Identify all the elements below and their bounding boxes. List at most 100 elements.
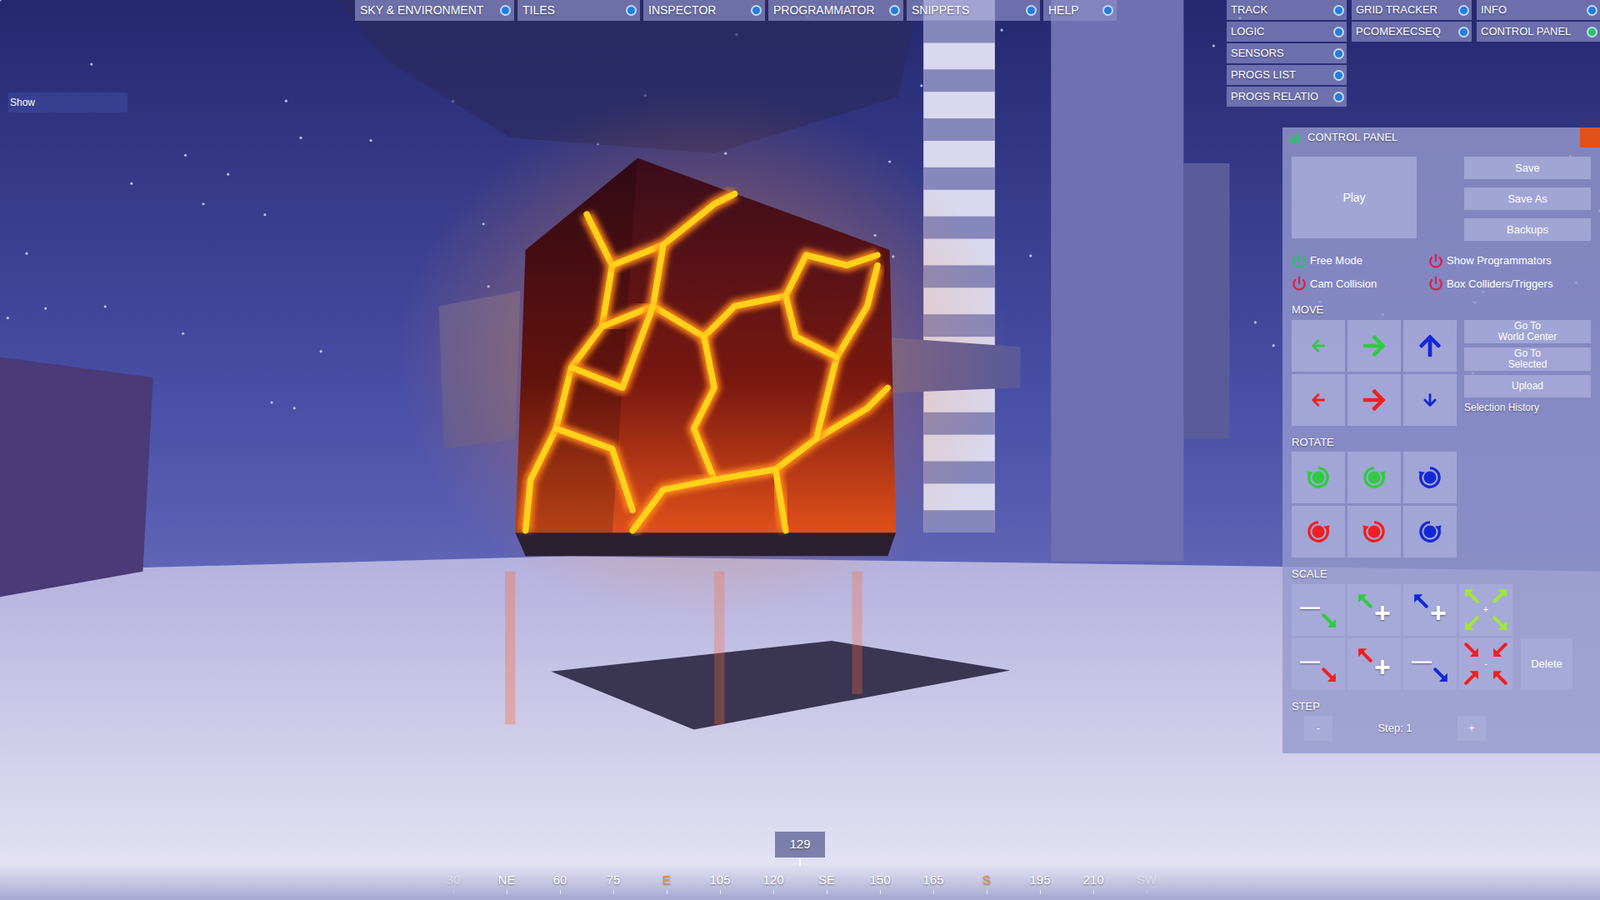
move-button[interactable] — [1291, 320, 1345, 372]
scale-minus-button[interactable]: — — [1291, 584, 1345, 636]
side-menu-tab[interactable]: GRID TRACKER — [1351, 0, 1472, 20]
diagonal-arrow-icon — [1492, 670, 1508, 685]
status-dot — [750, 5, 762, 16]
arrow-right-icon — [1361, 333, 1387, 359]
diagonal-arrow-icon — [1492, 615, 1508, 631]
scale-plus-button[interactable]: + — [1347, 638, 1401, 690]
scale-plus-button[interactable]: + — [1403, 584, 1457, 636]
side-menu-tab[interactable]: PROGS RELATIO — [1226, 86, 1347, 107]
side-menu-column: GRID TRACKERPCOMEXECSEQ — [1351, 0, 1472, 42]
close-button[interactable] — [1580, 127, 1600, 148]
editor-screen: SKY & ENVIRONMENTTILESINSPECTORPROGRAMMA… — [0, 0, 1600, 900]
rotate-icon — [1361, 465, 1387, 490]
play-button[interactable]: Play — [1291, 156, 1417, 239]
chart-icon — [1289, 131, 1301, 144]
move-button[interactable] — [1347, 374, 1401, 426]
file-button[interactable]: Backups — [1464, 218, 1591, 241]
file-button[interactable]: Save As — [1464, 187, 1591, 210]
compass-tick: 195 — [1013, 870, 1067, 895]
delete-button[interactable]: Delete — [1520, 638, 1573, 690]
top-menu-tab[interactable]: INSPECTOR — [643, 0, 765, 21]
diagonal-arrow-icon — [1492, 588, 1508, 604]
panel-title: CONTROL PANEL — [1307, 129, 1398, 146]
side-menu-tab[interactable]: SENSORS — [1226, 43, 1347, 64]
section-label: SCALE — [1291, 565, 1591, 583]
section-label: MOVE — [1291, 301, 1591, 319]
section-label: STEP — [1291, 698, 1591, 715]
diagonal-arrow-icon — [1433, 667, 1449, 683]
arrow-right-icon — [1361, 387, 1387, 413]
power-icon — [1428, 275, 1444, 291]
selection-history-label[interactable]: Selection History — [1464, 401, 1591, 414]
side-menu-tab[interactable]: TRACK — [1226, 0, 1347, 20]
rotate-button[interactable] — [1403, 505, 1457, 558]
move-button[interactable] — [1347, 320, 1401, 372]
toggle[interactable]: Box Colliders/Triggers — [1428, 275, 1591, 293]
nav-button[interactable]: Upload — [1464, 375, 1591, 398]
side-menu-tab[interactable]: PCOMEXECSEQ — [1351, 21, 1472, 42]
rotate-button[interactable] — [1291, 451, 1345, 504]
nav-button[interactable]: Go ToWorld Center — [1464, 320, 1591, 344]
heading-marker: 129 — [775, 831, 825, 858]
status-dot — [625, 5, 637, 16]
step-plus-button[interactable]: + — [1457, 715, 1486, 741]
status-dot — [1333, 5, 1345, 16]
status-dot — [1025, 5, 1037, 16]
step-minus-button[interactable]: - — [1304, 715, 1333, 741]
side-menu: TRACKLOGICSENSORSPROGS LISTPROGS RELATIO… — [1226, 0, 1600, 107]
move-button[interactable] — [1291, 374, 1345, 426]
diagonal-arrow-icon — [1492, 642, 1508, 658]
compass-tick: NE — [480, 870, 534, 895]
rotate-button[interactable] — [1347, 505, 1401, 558]
toggle[interactable]: Show Programmators — [1428, 252, 1591, 270]
compass-bar: 30NE6075E105120SE150165S195210SW — [0, 865, 1600, 900]
top-menu-tab[interactable]: SNIPPETS — [906, 0, 1040, 21]
scale-minus-button[interactable]: — — [1291, 638, 1345, 690]
status-dot — [1458, 5, 1470, 16]
scale-plus-button[interactable]: + — [1347, 584, 1401, 636]
move-button[interactable] — [1403, 320, 1457, 372]
scale-minus-button[interactable]: — — [1403, 638, 1457, 690]
scale-shrink-button[interactable]: - — [1459, 638, 1513, 690]
rotate-button[interactable] — [1291, 505, 1345, 558]
arrow-left-icon — [1310, 392, 1326, 408]
status-dot — [1458, 26, 1470, 38]
control-panel: CONTROL PANEL Play Save Save As Backups Free … — [1282, 127, 1600, 754]
rotate-grid — [1291, 451, 1457, 558]
top-menu-tab[interactable]: TILES — [517, 0, 640, 21]
nav-button[interactable]: Go ToSelected — [1464, 347, 1591, 371]
top-menu-tab[interactable]: PROGRAMMATOR — [768, 0, 904, 21]
side-menu-tab[interactable]: LOGIC — [1226, 21, 1347, 42]
show-button[interactable]: Show — [8, 92, 128, 113]
compass-tick: 120 — [746, 870, 800, 895]
file-button[interactable]: Save — [1464, 156, 1591, 180]
arrow-left-icon — [1310, 338, 1326, 354]
power-icon — [1428, 253, 1444, 269]
toggle[interactable]: Free Mode — [1291, 252, 1429, 270]
toggle[interactable]: Cam Collision — [1291, 275, 1429, 293]
move-button[interactable] — [1403, 374, 1457, 426]
rotate-button[interactable] — [1403, 451, 1457, 504]
side-menu-tab[interactable]: INFO — [1476, 0, 1600, 20]
step-row: -Step: 1+ — [1291, 715, 1591, 741]
rotate-icon — [1361, 519, 1387, 545]
rotate-icon — [1417, 519, 1443, 545]
status-dot — [1333, 48, 1345, 60]
top-menu-tab[interactable]: HELP — [1043, 0, 1117, 21]
compass-tick: 30 — [426, 870, 480, 895]
compass-tick: 75 — [586, 870, 640, 895]
side-menu-tab[interactable]: CONTROL PANEL — [1476, 21, 1600, 42]
diagonal-arrow-icon — [1464, 642, 1480, 658]
scale-grow-button[interactable]: + — [1459, 584, 1513, 636]
arrow-down-icon — [1422, 392, 1438, 408]
top-menu-tab[interactable]: SKY & ENVIRONMENT — [355, 0, 515, 21]
status-dot — [889, 5, 900, 16]
top-menu: SKY & ENVIRONMENTTILESINSPECTORPROGRAMMA… — [355, 0, 1117, 21]
side-menu-tab[interactable]: PROGS LIST — [1226, 65, 1347, 85]
status-dot — [1102, 5, 1114, 16]
diagonal-arrow-icon — [1464, 670, 1480, 685]
rotate-button[interactable] — [1347, 451, 1401, 504]
compass-tick: E — [640, 870, 694, 895]
compass-tick: 210 — [1066, 870, 1120, 895]
power-icon — [1291, 253, 1307, 269]
